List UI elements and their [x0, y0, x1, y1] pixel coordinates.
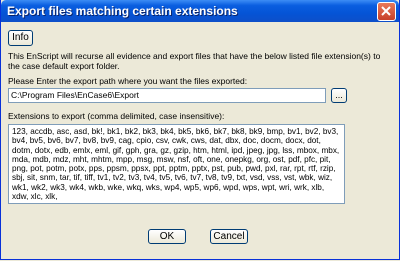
ok-button[interactable]: OK — [148, 229, 186, 244]
cancel-button[interactable]: Cancel — [210, 229, 248, 244]
export-path-label: Please Enter the export path where you w… — [8, 76, 248, 86]
title-bar[interactable]: Export files matching certain extensions — [1, 0, 399, 22]
description-text: This EnScript will recurse all evidence … — [8, 51, 381, 71]
window-title: Export files matching certain extensions — [7, 4, 238, 18]
extensions-textarea[interactable]: 123, accdb, asc, asd, bk!, bk1, bk2, bk3… — [8, 124, 345, 204]
browse-button[interactable]: ... — [331, 88, 347, 103]
info-button[interactable]: Info — [8, 30, 33, 46]
extensions-label: Extensions to export (comma delimited, c… — [8, 111, 225, 121]
export-path-input[interactable]: C:\Program Files\EnCase6\Export — [8, 88, 326, 103]
close-button[interactable] — [377, 2, 396, 21]
close-icon — [381, 6, 391, 16]
dialog-window: Export files matching certain extensions… — [0, 0, 400, 260]
